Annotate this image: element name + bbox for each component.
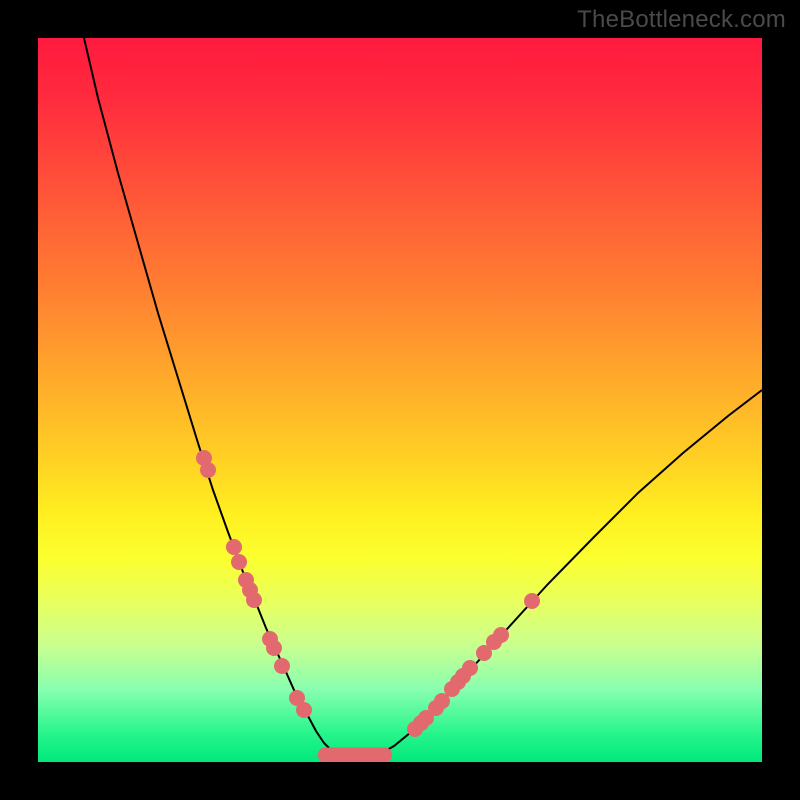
valley-marker-bar <box>318 748 392 763</box>
data-marker <box>462 660 478 676</box>
data-marker <box>200 462 216 478</box>
data-marker <box>493 627 509 643</box>
data-marker <box>266 640 282 656</box>
data-marker <box>296 702 312 718</box>
data-marker <box>274 658 290 674</box>
plot-area <box>38 38 762 762</box>
bottleneck-curve <box>84 38 762 760</box>
data-marker <box>231 554 247 570</box>
chart-frame: TheBottleneck.com <box>0 0 800 800</box>
watermark-text: TheBottleneck.com <box>577 6 786 34</box>
data-marker <box>246 592 262 608</box>
data-marker <box>524 593 540 609</box>
data-marker <box>226 539 242 555</box>
chart-svg <box>38 38 762 762</box>
